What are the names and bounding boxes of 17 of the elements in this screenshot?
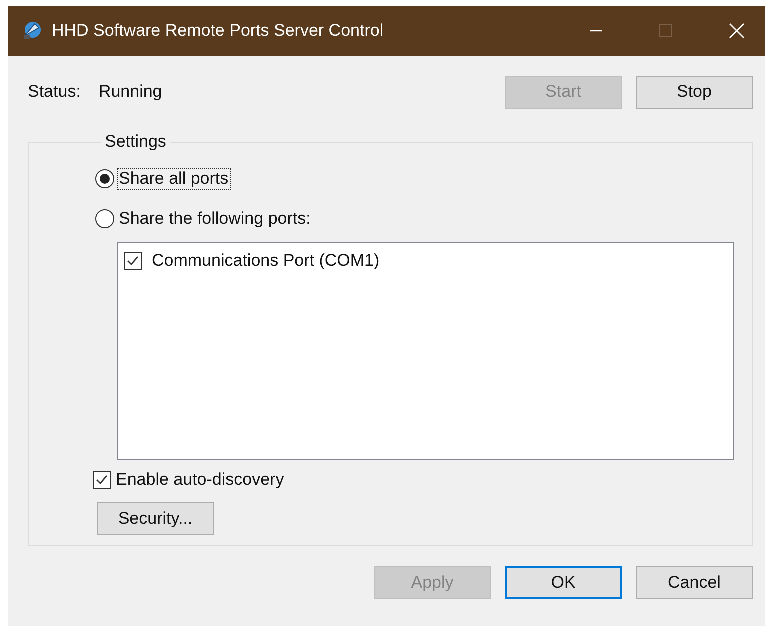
checkbox[interactable]	[124, 252, 142, 270]
port-label: Communications Port (COM1)	[152, 251, 380, 271]
dialog-button[interactable]: Stop	[636, 76, 753, 108]
group-title: Settings	[104, 132, 168, 152]
checkbox-label[interactable]: Enable auto-discovery	[116, 470, 284, 490]
option-label[interactable]: Share the following ports:	[117, 208, 313, 230]
radio-button[interactable]	[95, 209, 115, 229]
status-label: Status:	[28, 82, 81, 102]
radio-button[interactable]	[95, 169, 115, 189]
checkbox[interactable]	[93, 471, 111, 489]
option-label[interactable]: Share all ports	[117, 168, 231, 190]
close-icon[interactable]	[729, 23, 745, 39]
status-value: Running	[98, 82, 162, 102]
dialog-button[interactable]: OK	[505, 566, 622, 599]
dialog-button[interactable]: Cancel	[636, 566, 753, 599]
security-button[interactable]: Security...	[97, 502, 214, 535]
window-title: HHD Software Remote Ports Server Control	[52, 21, 384, 41]
